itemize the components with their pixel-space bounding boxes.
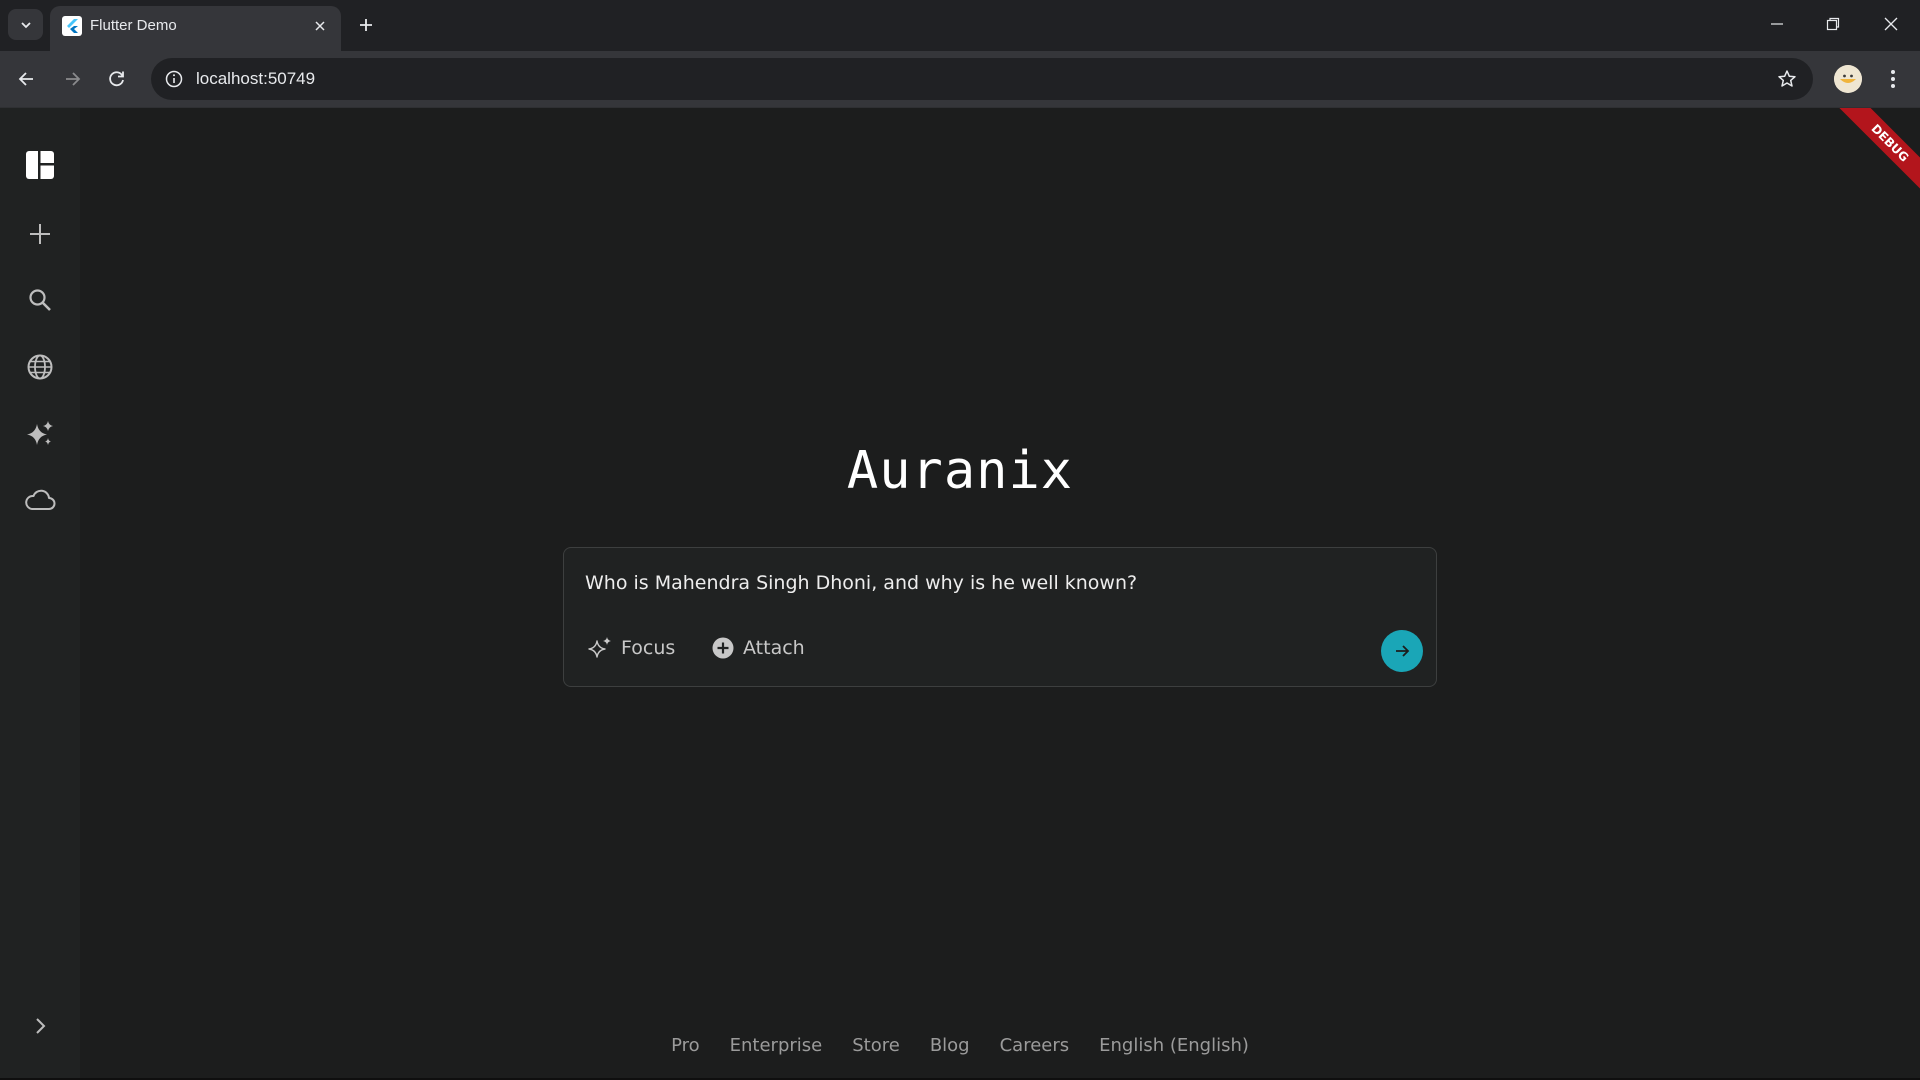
arrow-right-icon: [1396, 645, 1410, 657]
close-window-button[interactable]: [1871, 8, 1911, 40]
info-icon: [165, 70, 183, 88]
browser-toolbar: localhost:50749: [0, 51, 1920, 107]
page-title: Auranix: [846, 441, 1074, 501]
address-bar[interactable]: localhost:50749: [151, 58, 1813, 100]
restore-button[interactable]: [1813, 8, 1853, 40]
restore-icon: [1826, 17, 1840, 31]
browser-menu-button[interactable]: [1878, 64, 1908, 94]
attach-button[interactable]: Attach: [712, 633, 805, 663]
footer-link-pro[interactable]: Pro: [671, 1035, 700, 1056]
footer-link-enterprise[interactable]: Enterprise: [730, 1035, 823, 1056]
new-tab-button[interactable]: [352, 11, 380, 39]
attach-label: Attach: [743, 637, 805, 659]
tab-title: Flutter Demo: [90, 17, 177, 34]
close-icon: [1884, 17, 1898, 31]
debug-banner: DEBUG: [1811, 108, 1920, 222]
footer-links: Pro Enterprise Store Blog Careers Englis…: [0, 1035, 1920, 1056]
footer-link-careers[interactable]: Careers: [1000, 1035, 1070, 1056]
plus-icon: [360, 19, 372, 31]
footer-link-language[interactable]: English (English): [1099, 1035, 1249, 1056]
bookmark-button[interactable]: [1775, 67, 1799, 91]
footer-link-store[interactable]: Store: [852, 1035, 900, 1056]
back-button[interactable]: [11, 63, 43, 95]
site-info-button[interactable]: [161, 66, 187, 92]
url-text[interactable]: localhost:50749: [196, 69, 315, 89]
tab-search-button[interactable]: [8, 9, 43, 40]
search-input[interactable]: Who is Mahendra Singh Dhoni, and why is …: [585, 572, 1137, 594]
sidebar-item-new-thread[interactable]: [20, 214, 60, 254]
footer-link-blog[interactable]: Blog: [930, 1035, 970, 1056]
reload-icon: [109, 71, 124, 87]
arrow-right-icon: [66, 72, 81, 86]
sidebar-item-discover[interactable]: [20, 347, 60, 387]
browser-tabstrip: Flutter Demo: [0, 0, 1920, 51]
flutter-icon: [62, 16, 82, 36]
sidebar-item-search[interactable]: [20, 280, 60, 320]
profile-icon: [1834, 65, 1862, 93]
focus-label: Focus: [621, 637, 676, 659]
minimize-button[interactable]: [1757, 8, 1797, 40]
sidebar: [0, 108, 80, 1080]
tab-close-button[interactable]: [309, 15, 331, 37]
submit-button[interactable]: [1381, 630, 1423, 672]
chevron-down-icon: [20, 21, 31, 28]
search-panel: Who is Mahendra Singh Dhoni, and why is …: [563, 547, 1437, 687]
plus-icon: [30, 224, 50, 244]
globe-icon: [27, 354, 53, 380]
reload-button[interactable]: [101, 63, 133, 95]
add-circle-icon: [712, 637, 734, 659]
minimize-icon: [1771, 23, 1783, 25]
app-viewport: Auranix Who is Mahendra Singh Dhoni, and…: [0, 108, 1920, 1080]
dashboard-icon: [26, 151, 54, 179]
search-icon: [29, 289, 51, 311]
browser-tab[interactable]: Flutter Demo: [50, 6, 341, 51]
focus-button[interactable]: Focus: [588, 633, 675, 663]
chevron-right-icon: [36, 1018, 46, 1034]
arrow-left-icon: [18, 72, 33, 86]
avatar[interactable]: [1834, 65, 1862, 93]
close-icon: [315, 21, 325, 31]
forward-button[interactable]: [56, 63, 88, 95]
sidebar-item-dashboard[interactable]: [20, 145, 60, 185]
kebab-icon: [1891, 70, 1895, 88]
star-icon: [1778, 70, 1796, 87]
sparkles-icon: [588, 637, 611, 658]
